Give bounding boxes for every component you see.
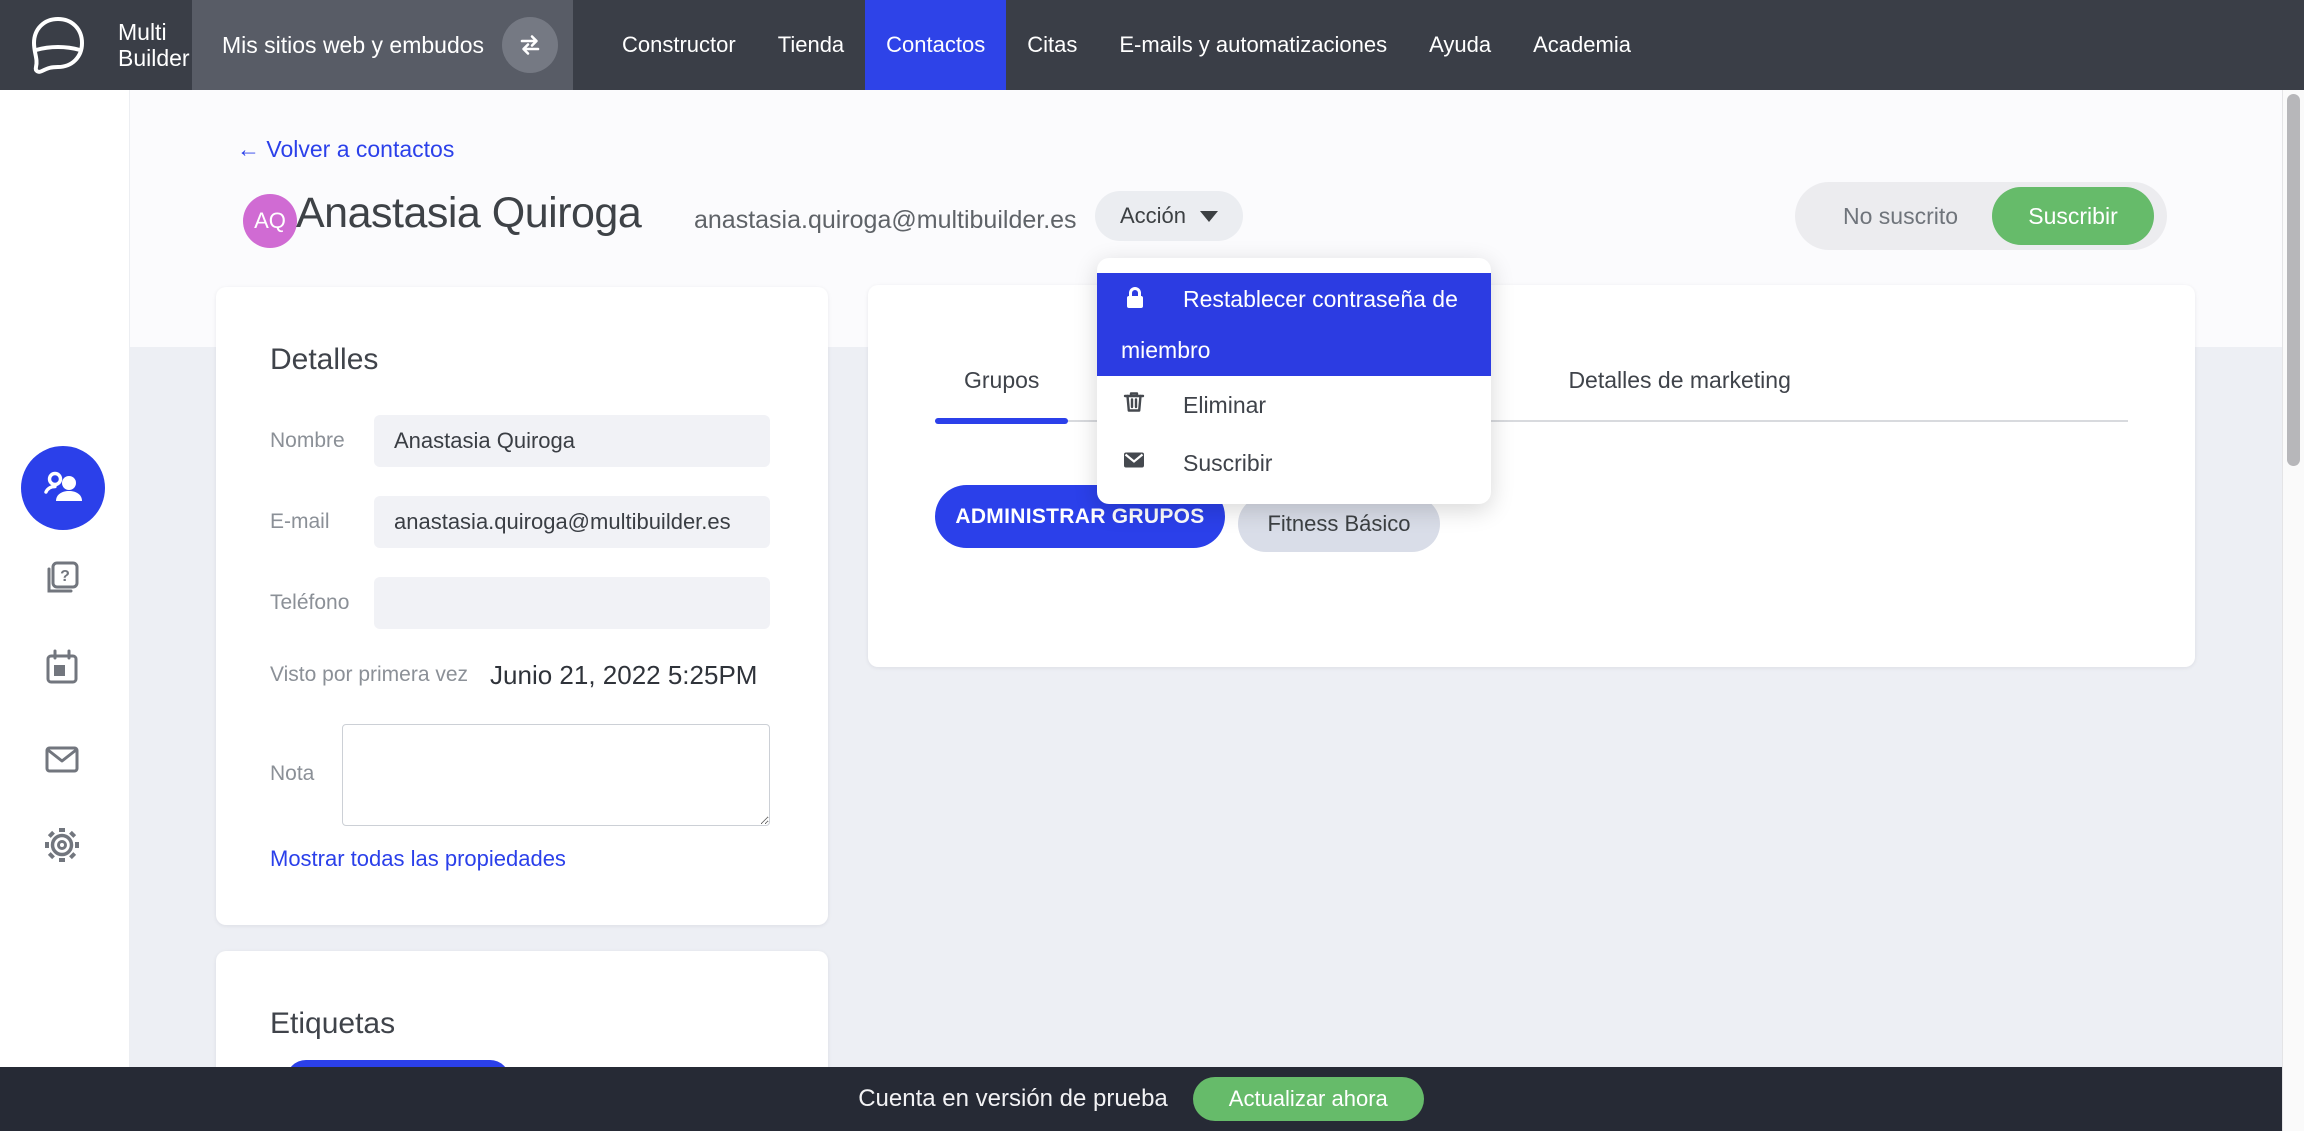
switch-site-button[interactable] [502, 17, 558, 73]
trial-bar: Cuenta en versión de prueba Actualizar a… [0, 1067, 2282, 1131]
multibuilder-logo-icon [26, 13, 90, 82]
sidebar-item-mail[interactable] [40, 737, 84, 781]
logo-line1: Multi [118, 19, 190, 45]
group-chip-fitness-basico[interactable]: Fitness Básico [1238, 496, 1440, 552]
menu-item-reset-password[interactable]: Restablecer contraseña de miembro [1097, 273, 1491, 376]
sidebar-item-calendar[interactable] [40, 646, 84, 690]
name-field[interactable] [374, 415, 770, 467]
contact-email: anastasia.quiroga@multibuilder.es [694, 206, 1077, 235]
field-label: Nombre [270, 429, 374, 453]
nav-item-contactos[interactable]: Contactos [865, 0, 1006, 90]
gear-icon [40, 823, 84, 867]
nav-item-academia[interactable]: Academia [1512, 0, 1652, 90]
nav-item-tienda[interactable]: Tienda [757, 0, 865, 90]
menu-item-label: Restablecer contraseña de miembro [1121, 286, 1458, 363]
svg-text:?: ? [60, 568, 70, 585]
calendar-icon [40, 646, 84, 690]
tab-detalles-marketing[interactable]: Detalles de marketing [1540, 285, 1818, 420]
groups-tabs-card: Grupos Detalles de marketing ADMINISTRAR… [868, 285, 2195, 667]
menu-item-subscribe[interactable]: Suscribir [1097, 434, 1491, 492]
tags-card-title: Etiquetas [270, 1007, 828, 1041]
people-icon [39, 464, 87, 512]
phone-field[interactable] [374, 577, 770, 629]
field-row-email: E-mail [270, 496, 770, 548]
field-row-nota: Nota [270, 724, 770, 826]
app-screen: Multi Builder Mis sitios web y embudos C… [0, 0, 2304, 1131]
field-label: Visto por primera vez [270, 663, 468, 687]
scrollbar-thumb[interactable] [2287, 94, 2300, 466]
field-label: Nota [270, 762, 342, 786]
menu-item-label: Eliminar [1183, 392, 1266, 419]
swap-arrows-icon [515, 30, 545, 60]
action-dropdown-menu: Restablecer contraseña de miembro Elimin… [1097, 258, 1491, 504]
action-dropdown-button[interactable]: Acción [1095, 191, 1243, 241]
nav-item-ayuda[interactable]: Ayuda [1408, 0, 1512, 90]
field-row-nombre: Nombre [270, 415, 770, 467]
scrollbar [2282, 90, 2304, 1131]
email-field[interactable] [374, 496, 770, 548]
back-to-contacts-link[interactable]: ← Volver a contactos [237, 136, 454, 163]
top-navbar: Multi Builder Mis sitios web y embudos C… [0, 0, 2304, 90]
contact-name: Anastasia Quiroga [296, 189, 641, 238]
trash-icon [1121, 389, 1147, 421]
details-card-title: Detalles [270, 343, 828, 377]
field-label: E-mail [270, 510, 374, 534]
subscription-toggle: No suscrito Suscribir [1795, 182, 2167, 250]
field-label: Teléfono [270, 591, 374, 615]
show-all-properties-link[interactable]: Mostrar todas las propiedades [270, 846, 566, 872]
field-row-telefono: Teléfono [270, 577, 770, 629]
subscription-status: No suscrito [1843, 203, 1958, 230]
menu-item-label: Suscribir [1183, 450, 1272, 477]
trial-message: Cuenta en versión de prueba [858, 1085, 1168, 1113]
nav-item-citas[interactable]: Citas [1006, 0, 1098, 90]
caret-down-icon [1200, 211, 1218, 222]
details-card: Detalles Nombre E-mail Teléfono Visto po… [216, 287, 828, 925]
nav-item-emails[interactable]: E-mails y automatizaciones [1098, 0, 1408, 90]
lock-icon [1121, 281, 1149, 327]
menu-item-delete[interactable]: Eliminar [1097, 376, 1491, 434]
sidebar-item-settings[interactable] [40, 823, 84, 867]
first-seen-value: Junio 21, 2022 5:25PM [490, 660, 757, 691]
workspace-switcher[interactable]: Mis sitios web y embudos [192, 0, 573, 90]
avatar-initials: AQ [254, 208, 286, 234]
sidebar-item-quizzes[interactable]: ? [40, 556, 84, 600]
logo-line2: Builder [118, 45, 190, 71]
tab-grupos[interactable]: Grupos [935, 285, 1068, 420]
note-field[interactable] [342, 724, 770, 826]
pages-question-icon: ? [40, 556, 84, 600]
subscribe-button[interactable]: Suscribir [1992, 187, 2154, 245]
avatar: AQ [243, 194, 297, 248]
logo-text: Multi Builder [118, 19, 190, 71]
upgrade-now-button[interactable]: Actualizar ahora [1193, 1077, 1424, 1121]
field-row-first-seen: Visto por primera vez Junio 21, 2022 5:2… [270, 658, 770, 692]
left-sidebar: ? [0, 90, 130, 1131]
action-button-label: Acción [1120, 203, 1186, 229]
envelope-icon [1121, 447, 1147, 479]
nav-item-constructor[interactable]: Constructor [601, 0, 757, 90]
main-nav: Constructor Tienda Contactos Citas E-mai… [601, 0, 1652, 90]
sidebar-item-contacts[interactable] [21, 446, 105, 530]
mail-icon [40, 737, 84, 781]
workspace-label: Mis sitios web y embudos [222, 32, 484, 59]
